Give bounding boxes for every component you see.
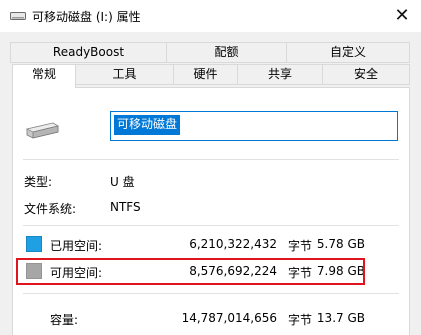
filesystem-label: 文件系统: — [24, 202, 77, 216]
used-space-swatch — [26, 236, 42, 252]
type-label: 类型: — [24, 175, 53, 189]
separator — [23, 159, 399, 160]
tab-label: ReadyBoost — [52, 45, 125, 59]
tab-readyboost[interactable]: ReadyBoost — [10, 42, 167, 63]
tab-sharing[interactable]: 共享 — [237, 64, 323, 85]
close-icon: ✕ — [394, 5, 410, 26]
tab-general[interactable]: 常规 — [12, 64, 76, 88]
capacity-size: 13.7 GB — [316, 311, 365, 325]
drive-icon — [10, 12, 26, 20]
tab-hardware[interactable]: 硬件 — [173, 64, 238, 85]
capacity-unit: 字节 — [288, 313, 313, 327]
tab-quota[interactable]: 配额 — [166, 42, 287, 63]
close-button[interactable]: ✕ — [383, 0, 421, 32]
tab-label: 配额 — [214, 45, 239, 59]
used-space-bytes: 6,210,322,432 — [189, 237, 277, 251]
tab-tools[interactable]: 工具 — [75, 64, 174, 85]
type-value: U 盘 — [110, 175, 135, 189]
tab-label: 共享 — [267, 67, 292, 81]
drive-name-selected-text: 可移动磁盘 — [114, 115, 181, 135]
filesystem-value: NTFS — [110, 200, 141, 214]
tab-customize[interactable]: 自定义 — [286, 42, 410, 63]
drive-name-input[interactable]: 可移动磁盘 — [110, 111, 398, 141]
used-space-label: 已用空间: — [50, 239, 103, 253]
used-space-size: 5.78 GB — [316, 237, 365, 251]
tab-security[interactable]: 安全 — [322, 64, 410, 85]
separator — [23, 225, 399, 226]
tab-label: 硬件 — [193, 67, 218, 81]
window-title: 可移动磁盘 (I:) 属性 — [32, 10, 141, 24]
used-space-unit: 字节 — [288, 239, 313, 253]
separator — [23, 293, 399, 294]
tab-label: 工具 — [112, 67, 137, 81]
properties-dialog: ReadyBoost 配额 自定义 常规 工具 硬件 共享 安全 可移动磁盘 类… — [0, 32, 421, 335]
capacity-bytes: 14,787,014,656 — [181, 311, 277, 325]
tab-label: 常规 — [31, 67, 56, 81]
title-bar: 可移动磁盘 (I:) 属性 ✕ — [0, 0, 421, 32]
general-panel: 可移动磁盘 类型: U 盘 文件系统: NTFS 已用空间: 6,210,322… — [12, 87, 410, 335]
free-space-highlight-box — [16, 258, 365, 285]
tab-label: 自定义 — [329, 45, 366, 59]
usb-drive-icon — [25, 122, 59, 139]
tab-label: 安全 — [353, 67, 378, 81]
capacity-label: 容量: — [50, 313, 79, 327]
